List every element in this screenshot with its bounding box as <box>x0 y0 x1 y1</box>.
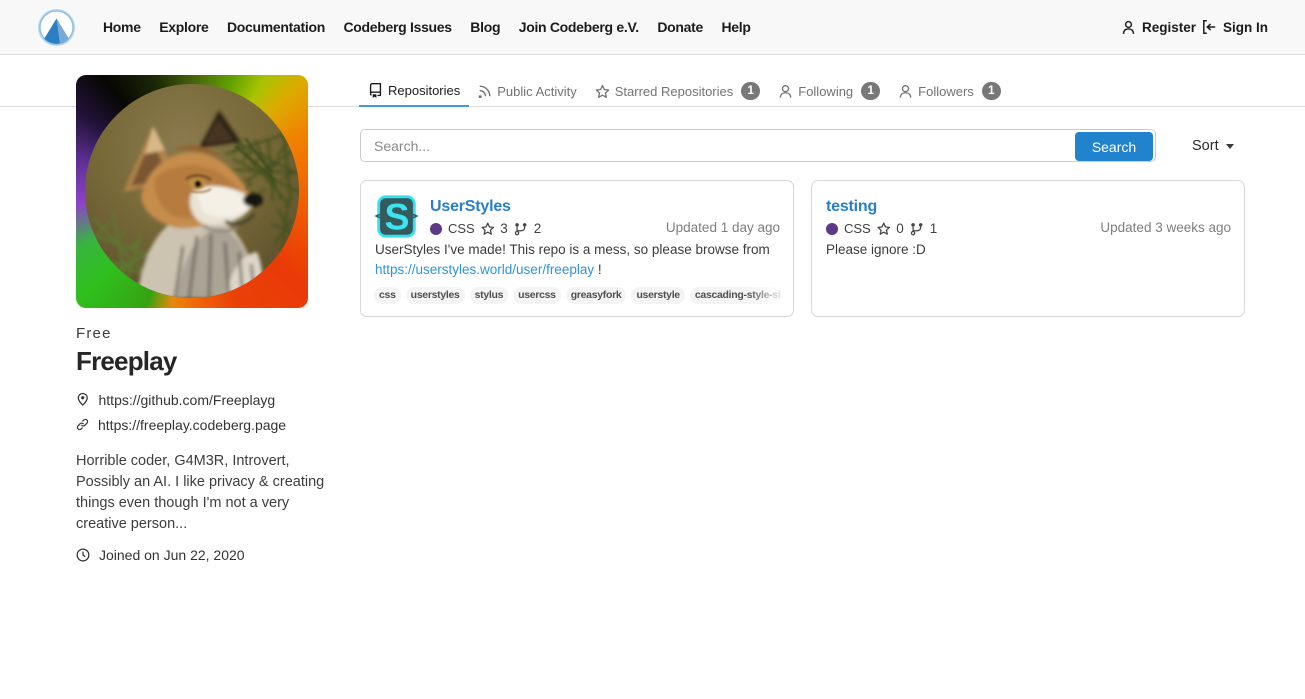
svg-text:S: S <box>384 196 409 238</box>
